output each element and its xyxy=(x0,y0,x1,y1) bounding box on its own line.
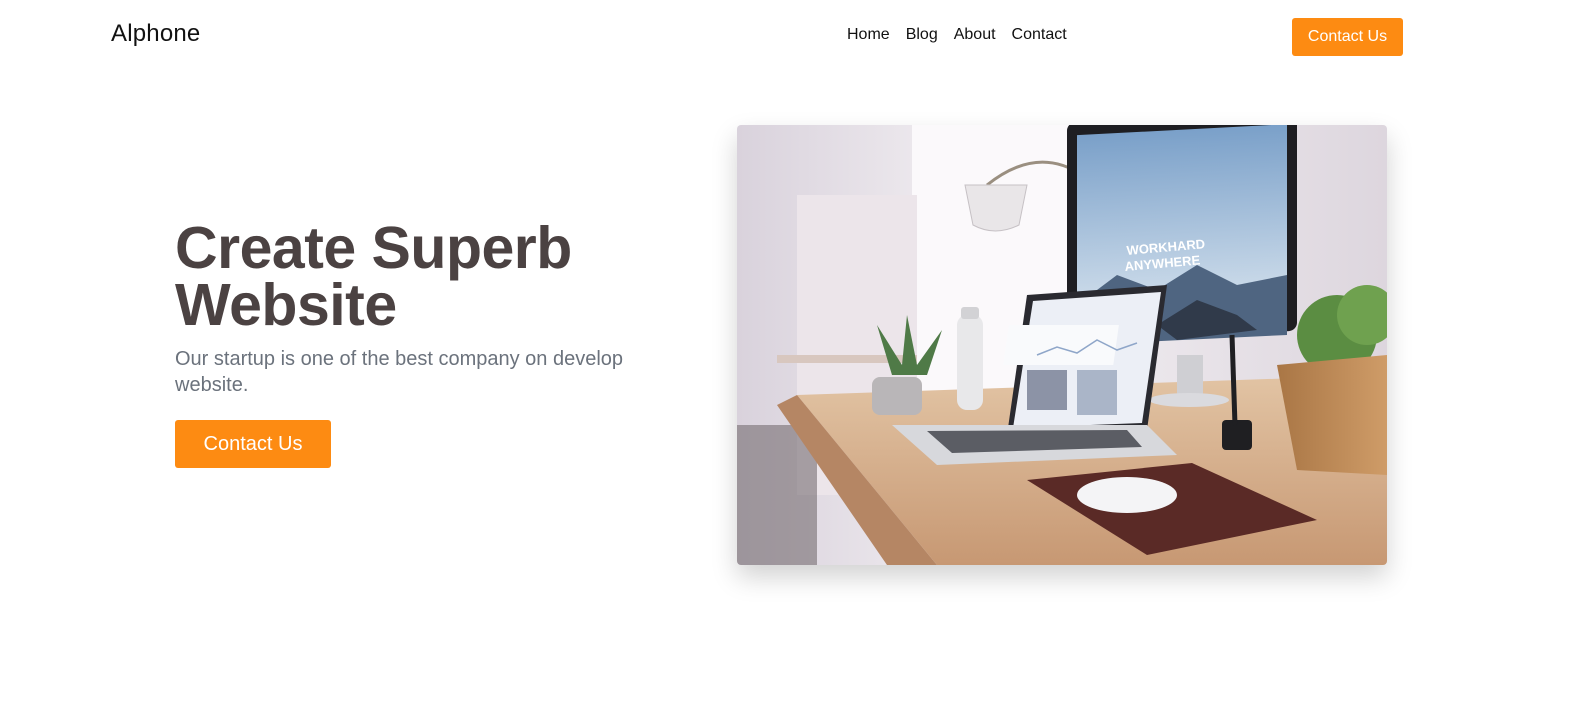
succulent-pot xyxy=(872,377,922,415)
hero-contact-button[interactable]: Contact Us xyxy=(175,420,331,468)
nav-link-contact[interactable]: Contact xyxy=(1012,26,1067,43)
bottle-cap xyxy=(961,307,979,319)
laptop-thumb-2 xyxy=(1077,370,1117,415)
lamp-shade xyxy=(964,184,1028,232)
hero-subtitle: Our startup is one of the best company o… xyxy=(175,348,624,396)
pen xyxy=(1229,334,1238,426)
nav-item-contact: Contact xyxy=(1012,26,1067,44)
water-bottle xyxy=(957,315,983,410)
nav-link-home[interactable]: Home xyxy=(847,26,890,43)
nav-item-about: About xyxy=(954,26,996,44)
hero-workspace-image: WORKHARD ANYWHERE xyxy=(737,125,1387,565)
brand-logo[interactable]: Alphone xyxy=(111,20,200,48)
main-nav: Home Blog About Contact xyxy=(847,26,1067,44)
hero-title-line-2: Website xyxy=(175,272,397,338)
nav-item-home: Home xyxy=(847,26,890,44)
monitor-stand xyxy=(1177,355,1203,395)
workspace-illustration: WORKHARD ANYWHERE xyxy=(737,125,1387,565)
top-navbar: Alphone Home Blog About Contact Contact … xyxy=(0,0,1580,74)
header-contact-button[interactable]: Contact Us xyxy=(1292,18,1403,56)
nav-link-about[interactable]: About xyxy=(954,26,996,43)
nav-link-blog[interactable]: Blog xyxy=(906,26,938,43)
monitor-base xyxy=(1149,393,1229,407)
laptop-chart-area xyxy=(1003,325,1119,365)
laptop-thumb-1 xyxy=(1027,370,1067,410)
mouse xyxy=(1077,477,1177,513)
chair xyxy=(737,425,817,565)
nav-item-blog: Blog xyxy=(906,26,938,44)
hero-title: Create Superb Website xyxy=(175,219,695,335)
hero-text-block: Create Superb Website Our startup is one… xyxy=(175,219,695,398)
